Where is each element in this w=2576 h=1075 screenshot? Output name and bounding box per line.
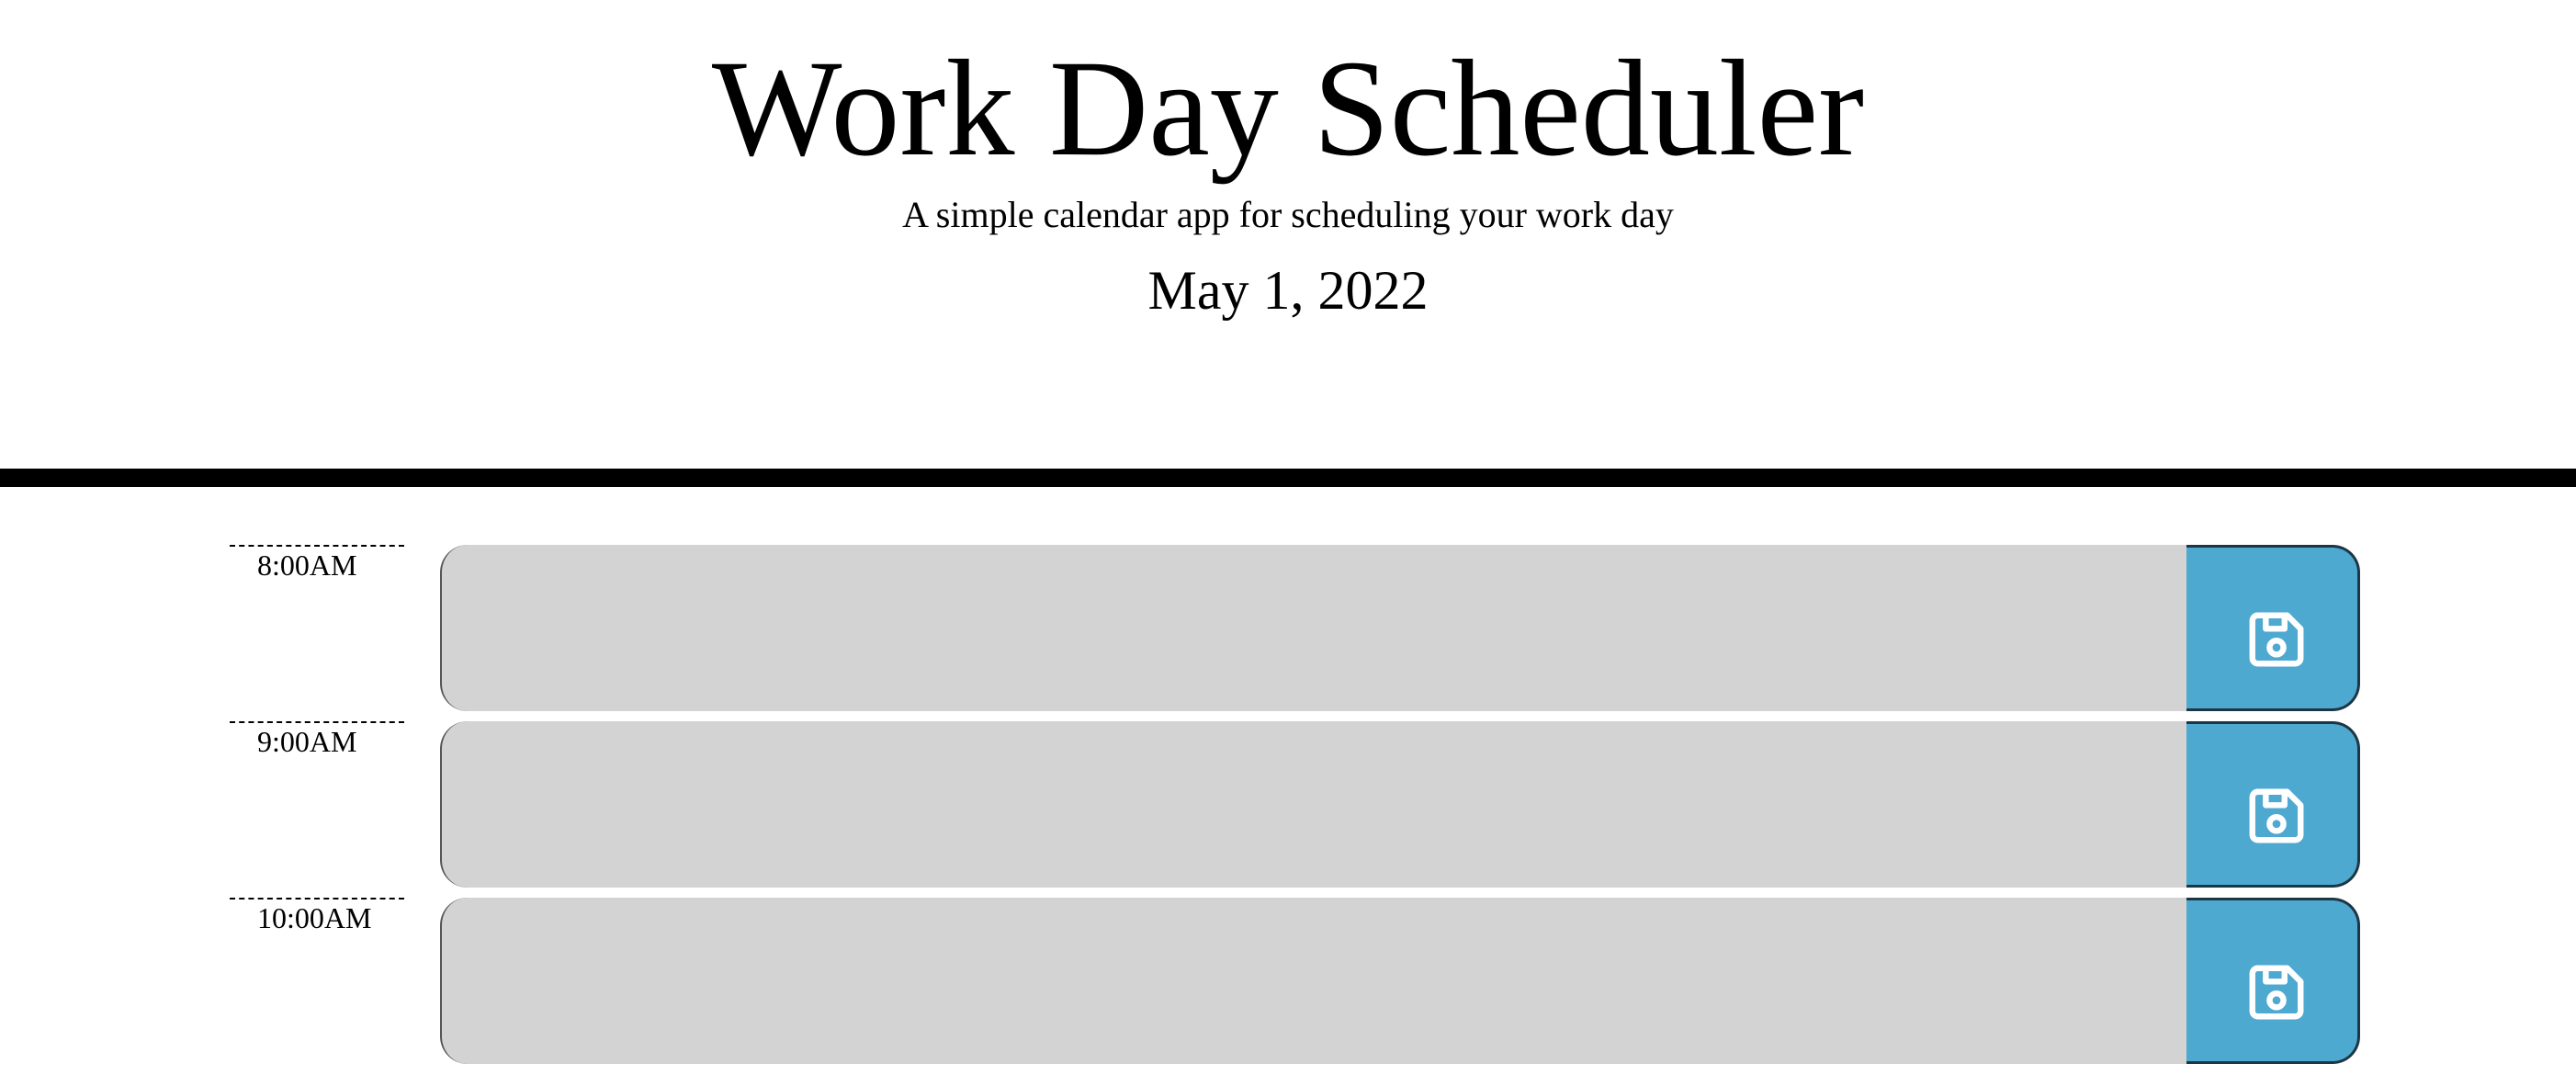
event-description-input[interactable] <box>440 721 2186 888</box>
event-description-input[interactable] <box>440 545 2186 711</box>
page-header: Work Day Scheduler A simple calendar app… <box>0 0 2576 487</box>
save-button[interactable] <box>2186 898 2360 1064</box>
hour-label: 10:00AM <box>230 898 404 933</box>
floppy-disk-icon <box>2249 612 2304 666</box>
time-block-10am: 10:00AM <box>0 898 2576 1074</box>
time-block-9am: 9:00AM <box>0 721 2576 898</box>
save-button[interactable] <box>2186 545 2360 711</box>
floppy-disk-icon <box>2249 788 2304 843</box>
page-subtitle: A simple calendar app for scheduling you… <box>902 194 1674 235</box>
schedule-container: 8:00AM 9:00AM 10:00AM <box>0 545 2576 1074</box>
time-block-8am: 8:00AM <box>0 545 2576 721</box>
save-button[interactable] <box>2186 721 2360 888</box>
hour-label: 8:00AM <box>230 545 404 580</box>
floppy-disk-icon <box>2249 965 2304 1019</box>
page-title: Work Day Scheduler <box>711 32 1865 185</box>
hour-label: 9:00AM <box>230 721 404 756</box>
event-description-input[interactable] <box>440 898 2186 1064</box>
current-date: May 1, 2022 <box>1147 260 1429 321</box>
